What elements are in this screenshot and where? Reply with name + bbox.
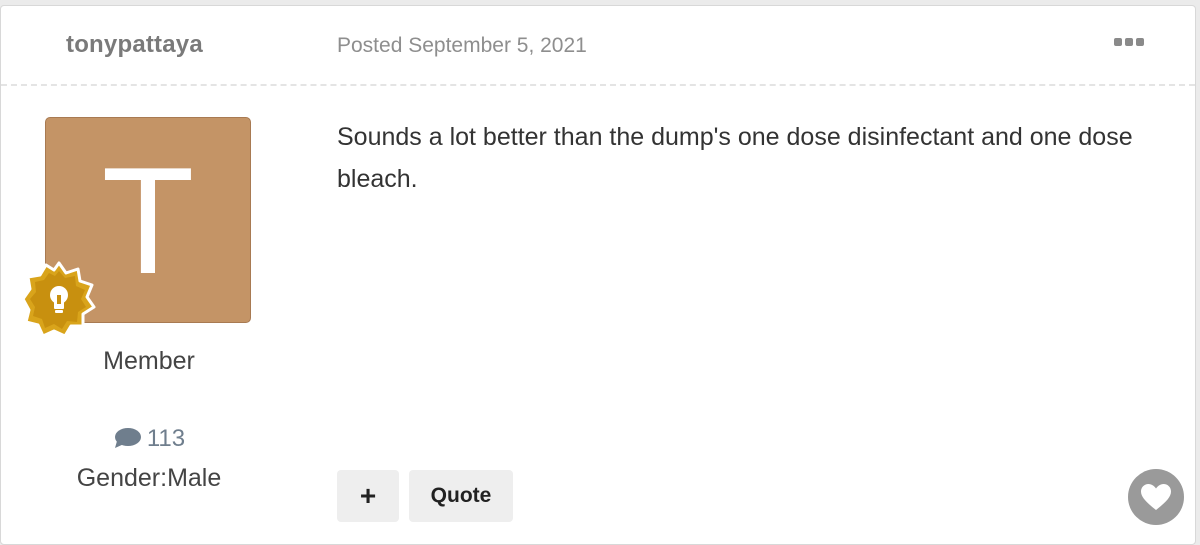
speech-bubble-icon: [114, 428, 141, 448]
like-button[interactable]: [1128, 469, 1184, 525]
post-content: Sounds a lot better than the dump's one …: [337, 123, 1133, 193]
post-count[interactable]: 113: [1, 425, 297, 453]
author-name[interactable]: tonypattaya: [66, 31, 203, 59]
add-reaction-button[interactable]: +: [337, 470, 399, 522]
heart-icon: [1141, 484, 1171, 510]
gender-field: Gender:Male: [76, 464, 222, 492]
ellipsis-icon: [1114, 38, 1144, 46]
post-header: tonypattaya Posted September 5, 2021: [1, 6, 1195, 86]
post-card: tonypattaya Posted September 5, 2021 T M…: [0, 5, 1196, 545]
more-options-button[interactable]: [1111, 28, 1147, 58]
lightbulb-badge-icon[interactable]: [21, 261, 97, 337]
post-date[interactable]: Posted September 5, 2021: [337, 34, 587, 58]
member-role: Member: [103, 347, 195, 375]
quote-button[interactable]: Quote: [409, 470, 513, 522]
post-count-value: 113: [146, 425, 186, 452]
